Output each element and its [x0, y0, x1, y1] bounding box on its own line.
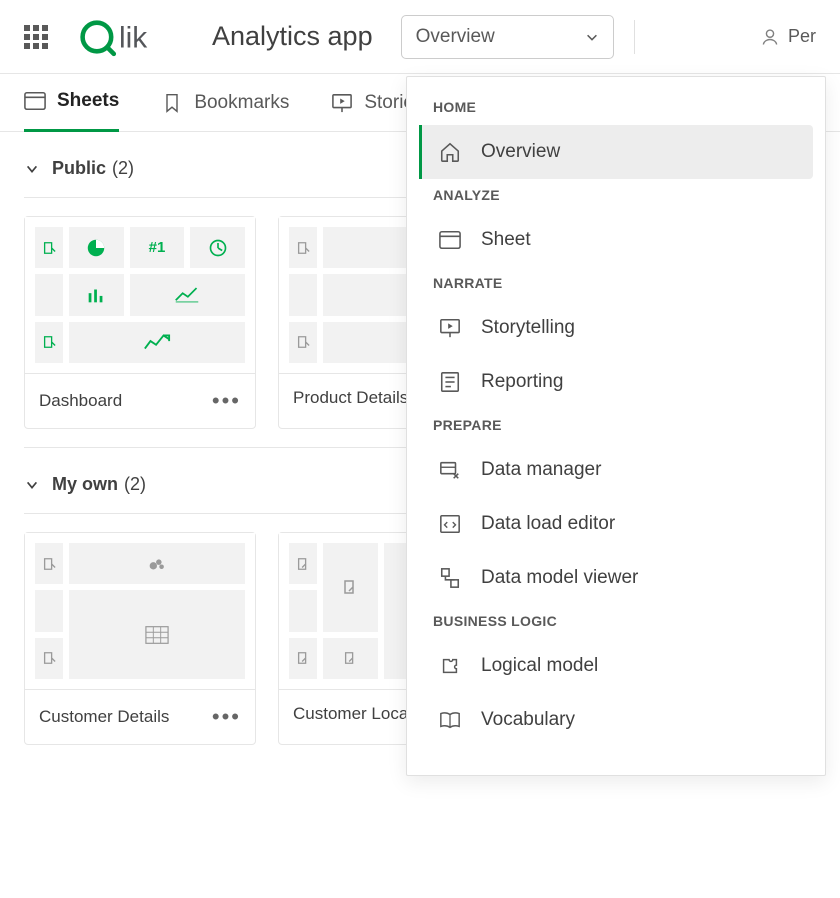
card-more-button[interactable]: •••	[212, 388, 241, 414]
chevron-down-icon	[24, 478, 40, 492]
user-icon	[760, 27, 780, 47]
panel-item-data-manager[interactable]: Data manager	[419, 443, 813, 497]
panel-item-reporting[interactable]: Reporting	[419, 355, 813, 409]
panel-item-storytelling[interactable]: Storytelling	[419, 301, 813, 355]
presentation-icon	[331, 93, 353, 113]
panel-group-narrate: NARRATE	[419, 267, 813, 301]
data-manager-icon	[439, 459, 461, 481]
section-count: (2)	[124, 474, 146, 495]
section-title: Public	[52, 158, 106, 179]
tab-sheets[interactable]: Sheets	[24, 74, 119, 132]
card-title: Customer Details	[39, 707, 169, 727]
tab-bookmarks[interactable]: Bookmarks	[161, 74, 289, 132]
tab-label: Bookmarks	[194, 92, 289, 114]
panel-item-label: Data model viewer	[481, 567, 638, 589]
panel-item-label: Vocabulary	[481, 709, 575, 731]
panel-item-label: Reporting	[481, 371, 563, 393]
panel-item-label: Sheet	[481, 229, 531, 251]
panel-item-data-model-viewer[interactable]: Data model viewer	[419, 551, 813, 605]
panel-group-home: HOME	[419, 91, 813, 125]
report-icon	[439, 371, 461, 393]
card-title: Dashboard	[39, 391, 122, 411]
chevron-down-icon	[585, 30, 599, 44]
view-selector-label: Overview	[416, 26, 495, 48]
presentation-icon	[439, 317, 461, 339]
sheet-card-dashboard[interactable]: #1 Dashboard •••	[24, 216, 256, 429]
panel-item-logical-model[interactable]: Logical model	[419, 639, 813, 693]
chevron-down-icon	[24, 162, 40, 176]
panel-group-prepare: PREPARE	[419, 409, 813, 443]
sheet-card-customer-details[interactable]: Customer Details •••	[24, 532, 256, 745]
panel-item-label: Overview	[481, 141, 560, 163]
divider	[634, 20, 635, 54]
bookmark-icon	[161, 93, 183, 113]
panel-group-analyze: ANALYZE	[419, 179, 813, 213]
panel-group-business-logic: BUSINESS LOGIC	[419, 605, 813, 639]
sheet-icon	[439, 229, 461, 251]
book-icon	[439, 709, 461, 731]
qlik-logo: lik	[80, 15, 184, 59]
panel-item-vocabulary[interactable]: Vocabulary	[419, 693, 813, 747]
view-selector-panel: HOME Overview ANALYZE Sheet NARRATE Stor…	[406, 76, 826, 776]
user-name: Per	[788, 26, 816, 47]
user-menu[interactable]: Per	[760, 26, 816, 47]
puzzle-icon	[439, 655, 461, 677]
card-title: Product Details	[293, 388, 408, 408]
panel-item-label: Data manager	[481, 459, 601, 481]
section-title: My own	[52, 474, 118, 495]
svg-text:lik: lik	[119, 21, 147, 54]
sheet-thumbnail	[25, 533, 255, 689]
panel-item-label: Logical model	[481, 655, 598, 677]
code-editor-icon	[439, 513, 461, 535]
sheet-icon	[24, 91, 46, 111]
panel-item-sheet[interactable]: Sheet	[419, 213, 813, 267]
tab-label: Sheets	[57, 90, 119, 112]
section-count: (2)	[112, 158, 134, 179]
panel-item-data-load-editor[interactable]: Data load editor	[419, 497, 813, 551]
panel-item-label: Data load editor	[481, 513, 615, 535]
view-selector-dropdown[interactable]: Overview	[401, 15, 614, 59]
table-icon	[145, 625, 169, 645]
app-title: Analytics app	[212, 21, 373, 52]
panel-item-overview[interactable]: Overview	[419, 125, 813, 179]
home-icon	[439, 141, 461, 163]
card-more-button[interactable]: •••	[212, 704, 241, 730]
data-model-icon	[439, 567, 461, 589]
sheet-thumbnail: #1	[25, 217, 255, 373]
panel-item-label: Storytelling	[481, 317, 575, 339]
apps-grid-icon[interactable]	[24, 25, 48, 49]
